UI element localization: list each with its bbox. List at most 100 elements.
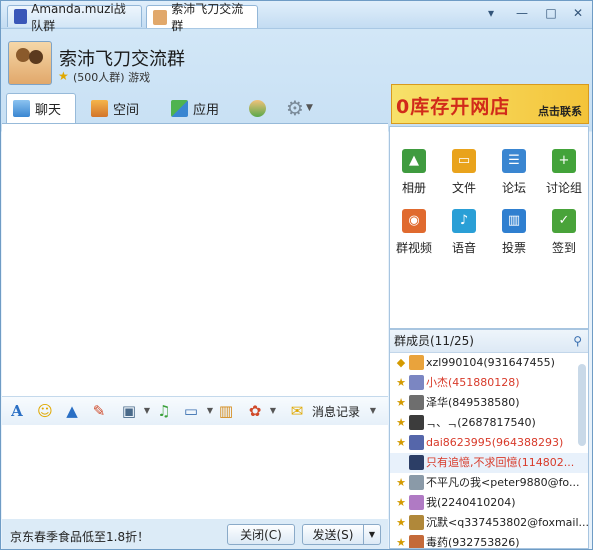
banner-cta: 点击联系 [538,105,582,118]
folder-icon: ▭ [452,149,476,173]
settings-button[interactable]: ⚙ ▼ [286,93,313,123]
app-voice[interactable]: ♪ 语音 [442,209,486,256]
member-row[interactable]: ★ 沉默<q337453802@foxmail.... [390,513,588,533]
tab-apps[interactable]: 应用 [171,93,219,123]
group-avatar[interactable] [8,41,52,85]
close-button[interactable]: ✕ [566,4,590,22]
plus-icon: + [552,149,576,173]
message-input[interactable] [2,425,388,519]
gear-icon: ⚙ [286,96,304,120]
member-row[interactable]: ★ dai8623995(964388293) [390,433,588,453]
member-row[interactable]: ★ 小杰(451880128) [390,373,588,393]
tab-apps-label: 应用 [193,102,220,118]
member-name: 只有追憶,不求回憶(114802... [426,456,575,469]
house-icon [91,99,108,117]
app-checkin[interactable]: ✓ 签到 [542,209,586,256]
member-name: xzl990104(931647455) [426,356,555,369]
send-options-button[interactable]: ▼ [363,524,381,545]
banner-title: 0库存开网店 [396,96,511,118]
tab-space[interactable]: 空间 [91,93,139,123]
group-icon [153,9,168,25]
app-label: 投票 [501,241,526,255]
ad-banner[interactable]: 0库存开网店 点击联系 [391,84,589,124]
close-chat-button[interactable]: 关闭(C) [227,524,295,545]
app-label: 群视频 [395,241,432,255]
screenshot-icon[interactable]: ▣ [120,402,138,420]
app-discussion[interactable]: + 讨论组 [542,149,586,196]
emoji-icon[interactable]: ☺ [36,402,54,420]
app-forum[interactable]: ☰ 论坛 [492,149,536,196]
member-name: ᆨ、ᆨ(2687817540) [426,416,536,429]
voice-icon: ♪ [452,209,476,233]
member-row[interactable]: ◆ xzl990104(931647455) [390,353,588,373]
app-label: 论坛 [501,181,526,195]
tab-chat-label: 聊天 [35,103,62,118]
member-name: 毒药(932753826) [426,536,520,549]
camera-icon: ◉ [402,209,426,233]
screen-share-icon[interactable]: ▭ [182,402,200,420]
bar-chart-icon[interactable]: ▥ [217,402,235,420]
chat-window: Amanda.muzi战队群 索沛飞刀交流群 ▾ — □ ✕ 索沛飞刀交流群 ★… [0,0,593,550]
note-icon[interactable]: ✎ [90,402,108,420]
member-row[interactable]: 只有追憶,不求回憶(114802... [390,453,588,473]
member-avatar [409,455,424,470]
tab-suopei-group[interactable]: 索沛飞刀交流群 [146,2,258,33]
minimize-button[interactable]: — [510,4,534,22]
app-files[interactable]: ▭ 文件 [442,149,486,196]
shake-icon[interactable]: ▲ [63,402,81,420]
member-avatar [409,435,424,450]
app-label: 相册 [401,181,426,195]
title-bar: Amanda.muzi战队群 索沛飞刀交流群 ▾ — □ ✕ [1,1,592,33]
tab-chat[interactable]: 聊天 [6,93,76,123]
check-icon: ✓ [552,209,576,233]
add-member-button[interactable] [249,93,271,123]
font-icon[interactable]: A [8,402,26,420]
gift-icon[interactable]: ✿ [246,402,264,420]
app-video[interactable]: ◉ 群视频 [392,209,436,256]
member-scrollbar[interactable] [578,364,586,446]
ad-link[interactable]: 京东春季食品低至1.8折！ [10,528,149,545]
chevron-down-icon: ▼ [368,530,376,539]
forum-icon: ☰ [502,149,526,173]
rank-icon: ★ [396,436,406,449]
app-vote[interactable]: ▥ 投票 [492,209,536,256]
search-icon[interactable]: ⚲ [573,330,582,352]
tab-amanda-group[interactable]: Amanda.muzi战队群 [7,2,142,33]
member-row[interactable]: ★ ᆨ、ᆨ(2687817540) [390,413,588,433]
member-row[interactable]: ★ 泽华(849538580) [390,393,588,413]
message-history-button[interactable]: 消息记录 [312,403,360,420]
member-row[interactable]: ★ 毒药(932753826) [390,533,588,549]
maximize-button[interactable]: □ [539,4,563,22]
member-row[interactable]: ★ 我(2240410204) [390,493,588,513]
tab-label: Amanda.muzi战队群 [31,1,126,33]
menu-button[interactable]: ▾ [479,4,503,22]
app-album[interactable]: ▲ 相册 [392,149,436,196]
rank-icon: ★ [396,396,406,409]
member-list: 群成员(11/25) ⚲ ◆ xzl990104(931647455) ★ 小杰(45… [389,329,589,549]
member-avatar [409,515,424,530]
member-row[interactable]: ★ 不平凡の我<peter9880@fo... [390,473,588,493]
tab-label: 索沛飞刀交流群 [171,2,244,33]
chevron-down-icon[interactable]: ▼ [138,402,156,420]
member-avatar [409,355,424,370]
history-icon[interactable]: ✉ [288,402,306,420]
group-nav: 聊天 空间 应用 ⚙ ▼ [1,93,389,123]
rank-icon [394,456,408,470]
bar-chart-icon: ▥ [502,209,526,233]
chevron-down-icon[interactable]: ▼ [364,402,382,420]
chat-icon [13,100,30,117]
member-name: 不平凡の我<peter9880@fo... [426,476,580,489]
chevron-down-icon[interactable]: ▼ [264,402,282,420]
member-avatar [409,475,424,490]
send-button[interactable]: 发送(S) [302,524,364,545]
member-avatar [409,495,424,510]
message-area[interactable] [2,123,388,396]
rank-icon: ★ [396,536,406,549]
member-name: 泽华(849538580) [426,396,520,409]
music-icon[interactable]: ♫ [155,402,173,420]
member-avatar [409,535,424,548]
rank-icon: ★ [396,496,406,509]
member-name: 我(2240410204) [426,496,516,509]
rank-icon: ◆ [396,356,406,369]
photo-icon: ▲ [402,149,426,173]
